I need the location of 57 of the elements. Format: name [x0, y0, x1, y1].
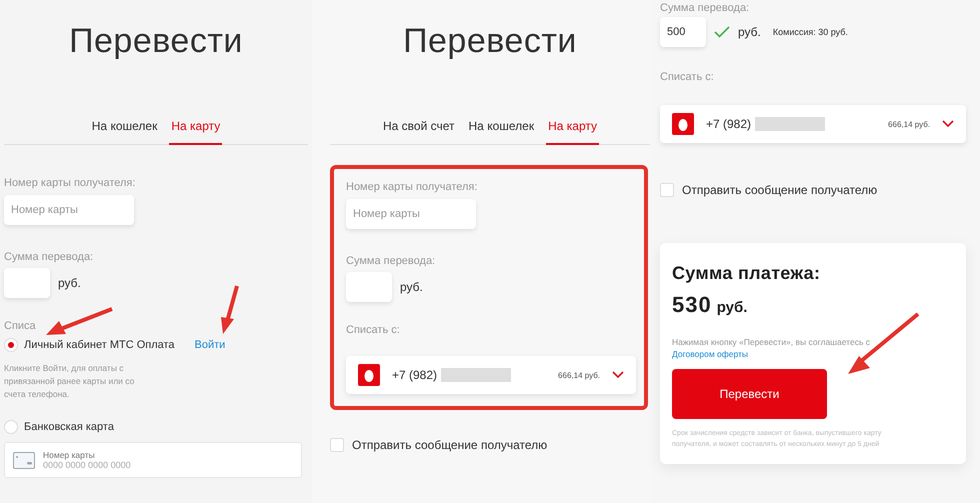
total-amount: 530	[672, 292, 712, 318]
tab[interactable]: На кошелек	[90, 113, 160, 145]
tab[interactable]: На свой счет	[381, 113, 457, 145]
tab[interactable]: На карту	[169, 113, 222, 145]
phone-number: +7 (982)	[706, 117, 752, 131]
radio-button[interactable]	[4, 420, 18, 434]
option-label: Банковская карта	[24, 421, 114, 434]
account-selector[interactable]: +7 (982) 666,14 руб.	[660, 105, 966, 143]
field-label: Списать с:	[660, 71, 715, 83]
agreement-text: Нажимая кнопку «Перевести», вы соглашаетесь с	[672, 336, 871, 349]
bank-card-field[interactable]: Номер карты 0000 0000 0000 0000	[4, 442, 302, 478]
tab[interactable]: На кошелек	[466, 113, 536, 145]
chevron-down-icon	[942, 120, 954, 128]
radio-button[interactable]	[4, 338, 18, 352]
card-icon	[13, 452, 35, 469]
checkbox-label: Отправить сообщение получателю	[682, 183, 878, 197]
field-label: Сумма перевода:	[660, 2, 750, 14]
balance-text: 666,14 руб.	[888, 120, 930, 128]
chevron-down-icon	[612, 371, 624, 379]
checkbox[interactable]	[660, 183, 674, 197]
checkbox[interactable]	[330, 438, 344, 452]
field-label: Сумма перевода:	[4, 251, 94, 263]
checkbox-label: Отправить сообщение получателю	[352, 438, 548, 452]
field-label: Номер карты получателя:	[4, 177, 136, 189]
balance-text: 666,14 руб.	[558, 370, 600, 380]
option-label: Личный кабинет МТС Оплата	[24, 339, 175, 351]
currency-label: руб.	[58, 276, 81, 290]
placeholder-text: 0000 0000 0000 0000	[43, 460, 131, 470]
tab[interactable]: На карту	[546, 113, 599, 145]
page-title: Перевести	[402, 22, 578, 61]
redaction-block	[755, 117, 826, 131]
annotation-arrow	[44, 306, 114, 338]
currency-label: руб.	[738, 25, 761, 39]
currency-label: руб.	[400, 280, 423, 294]
account-selector[interactable]: +7 (982) 666,14 руб.	[346, 356, 636, 394]
transfer-button[interactable]: Перевести	[672, 368, 827, 419]
annotation-arrow	[218, 284, 240, 336]
amount-field[interactable]: 500	[660, 17, 706, 47]
page-title: Перевести	[68, 22, 244, 61]
operator-logo-icon	[672, 113, 694, 135]
amount-field[interactable]	[346, 272, 392, 302]
field-label: Списа	[4, 320, 37, 332]
field-label: Сумма перевода:	[346, 255, 436, 267]
commission-text: Комиссия: 30 руб.	[772, 27, 848, 37]
amount-field[interactable]	[4, 268, 50, 298]
operator-logo-icon	[358, 364, 380, 386]
hint-text: Кликните Войти, для оплаты с привязанной ранее карты или со счета телефона.	[4, 362, 136, 400]
phone-number: +7 (982)	[392, 368, 438, 382]
currency-label: руб.	[716, 299, 748, 316]
field-label: Списать с:	[346, 324, 401, 336]
summary-heading: Сумма платежа:	[672, 263, 822, 284]
card-number-field[interactable]: Номер карты	[4, 195, 134, 225]
redaction-block	[441, 368, 512, 382]
field-label: Номер карты	[43, 450, 96, 460]
offer-link[interactable]: Договором оферты	[672, 348, 954, 359]
card-number-field[interactable]: Номер карты	[346, 199, 476, 229]
field-label: Номер карты получателя:	[346, 181, 478, 193]
